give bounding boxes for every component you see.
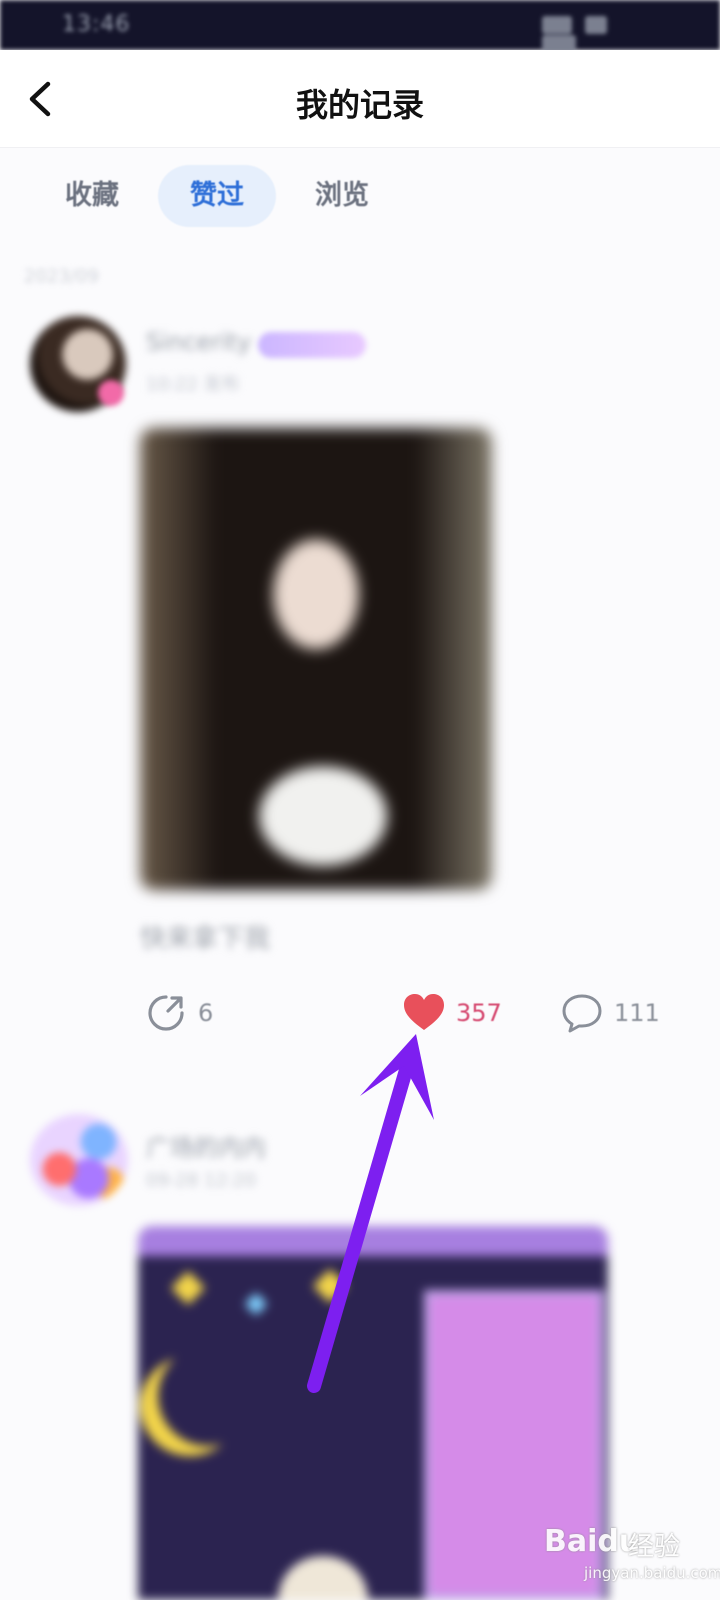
post-actions: 6 357 111 <box>0 980 720 1050</box>
status-icons <box>534 14 644 53</box>
star-illustration <box>171 1271 205 1305</box>
comment-count: 111 <box>614 999 660 1027</box>
share-count: 6 <box>198 999 214 1027</box>
watermark-text: 经验 <box>628 1532 681 1562</box>
post-photo[interactable] <box>140 428 492 890</box>
post-time: 10:22 发布 <box>146 374 240 395</box>
watermark-url: jingyan.baidu.com <box>584 1564 720 1582</box>
post-username[interactable]: 广场的内内 <box>146 1128 266 1163</box>
post-photo[interactable] <box>138 1226 608 1600</box>
post-caption[interactable]: 快来拿下我 <box>140 918 270 955</box>
comment-icon <box>562 994 602 1033</box>
post-username[interactable]: Sincerity <box>146 328 251 356</box>
like-count: 357 <box>456 999 502 1027</box>
avatar[interactable] <box>30 1114 128 1206</box>
star-illustration <box>244 1292 268 1316</box>
status-bar: 13:46 <box>0 0 720 53</box>
share-button[interactable]: 6 <box>144 990 213 1036</box>
avatar-badge <box>98 380 124 406</box>
comment-button[interactable]: 111 <box>560 990 660 1036</box>
post-time: 09-28 12:20 <box>146 1170 256 1191</box>
app-screen: 13:46 我的记录 收藏 赞过 浏览 2023/09 Sincerity 10… <box>0 0 720 1600</box>
top-header: 我的记录 <box>0 50 720 148</box>
status-time: 13:46 <box>62 12 131 37</box>
tab-liked[interactable]: 赞过 <box>158 165 276 227</box>
decoration-illustration <box>278 1556 368 1600</box>
share-icon <box>148 995 184 1031</box>
baidu-logo: Baidu <box>544 1524 641 1559</box>
moon-illustration <box>158 1346 258 1446</box>
heart-icon <box>404 994 444 1030</box>
record-tabs: 收藏 赞过 浏览 <box>0 160 720 230</box>
vip-badge <box>258 332 366 358</box>
page-title: 我的记录 <box>295 86 424 124</box>
tab-favorites[interactable]: 收藏 <box>42 165 142 227</box>
tab-history[interactable]: 浏览 <box>292 165 392 227</box>
star-illustration <box>313 1269 347 1303</box>
like-button[interactable]: 357 <box>402 990 502 1036</box>
feed-date-label: 2023/09 <box>24 266 99 287</box>
signal-icon <box>585 15 608 34</box>
wifi-icon <box>542 15 572 34</box>
baidu-watermark: Baidu 经验 jingyan.baidu.com <box>544 1506 720 1586</box>
